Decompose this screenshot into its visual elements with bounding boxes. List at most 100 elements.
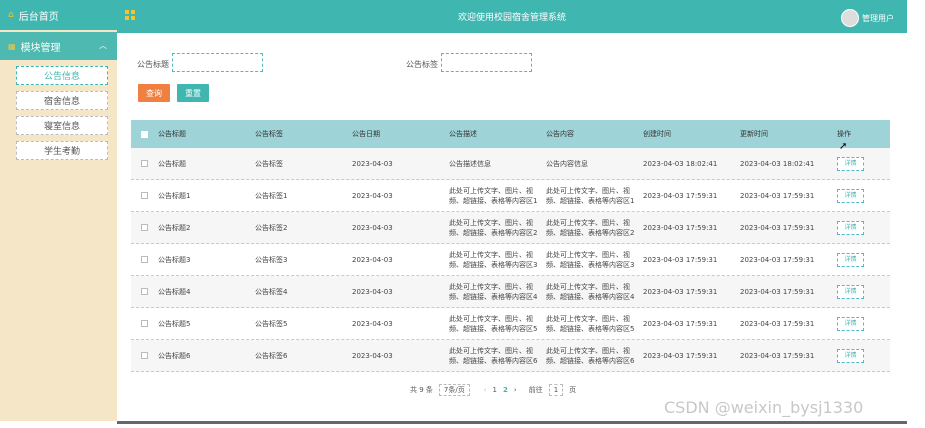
- table-cell: 此处可上传文字、图片、视频、超链接、表格等内容区6: [546, 346, 635, 365]
- table-cell: 公告标签1: [255, 191, 288, 200]
- table-cell: 2023-04-03: [352, 223, 393, 232]
- table-cell: 此处可上传文字、图片、视频、超链接、表格等内容区2: [449, 218, 538, 237]
- bottom-border: [117, 421, 907, 424]
- page-size-select[interactable]: 7条/页: [438, 384, 470, 396]
- query-button[interactable]: 查询: [138, 84, 170, 102]
- row-checkbox[interactable]: [141, 256, 148, 263]
- action-cell: 详情: [837, 284, 887, 299]
- table-cell: 此处可上传文字、图片、视频、超链接、表格等内容区2: [546, 218, 635, 237]
- watermark: CSDN @weixin_bysj1330: [664, 398, 864, 417]
- reset-button[interactable]: 重置: [177, 84, 209, 102]
- notice-table: 公告标题 公告标签 公告日期 公告描述 公告内容 创建时间 更新时间 操作 公告…: [131, 120, 890, 372]
- table-cell: 2023-04-03 17:59:31: [740, 319, 815, 328]
- total-count: 共 9 条: [410, 386, 433, 394]
- sidebar-item-attendance[interactable]: 学生考勤: [16, 141, 108, 160]
- table-cell: 2023-04-03 17:59:31: [740, 287, 815, 296]
- goto-label: 前往: [528, 386, 543, 394]
- table-row: 公告标题3 公告标签3 2023-04-03 此处可上传文字、图片、视频、超链接、表格…: [131, 244, 890, 276]
- row-checkbox[interactable]: [141, 320, 148, 327]
- table-cell: 2023-04-03 17:59:31: [643, 351, 718, 360]
- col-header: 操作: [837, 130, 851, 138]
- col-header: 创建时间: [643, 130, 671, 138]
- table-cell: 此处可上传文字、图片、视频、超链接、表格等内容区4: [546, 282, 635, 301]
- row-checkbox[interactable]: [141, 192, 148, 199]
- sidebar-item-dorm[interactable]: 宿舍信息: [16, 91, 108, 110]
- col-header: 更新时间: [740, 130, 768, 138]
- table-cell: 2023-04-03 17:59:31: [740, 191, 815, 200]
- title-search-input[interactable]: [172, 53, 263, 72]
- goto-page-input[interactable]: 1: [548, 384, 564, 396]
- tag-search-input[interactable]: [441, 53, 532, 72]
- table-cell: 2023-04-03: [352, 255, 393, 264]
- sidebar-home-label: 后台首页: [18, 11, 59, 23]
- table-cell: 公告标签2: [255, 223, 288, 232]
- table-cell: 2023-04-03 18:02:41: [643, 159, 718, 168]
- action-cell: 详情: [837, 220, 887, 235]
- avatar[interactable]: [841, 9, 859, 27]
- sidebar-home[interactable]: ⌂ 后台首页: [0, 0, 117, 30]
- user-name[interactable]: 管理用户: [862, 13, 894, 24]
- col-header: 公告标签: [255, 130, 283, 138]
- col-header: 公告描述: [449, 130, 477, 138]
- row-checkbox[interactable]: [141, 160, 148, 167]
- sidebar-group-label: 模块管理: [20, 42, 61, 54]
- table-cell: 此处可上传文字、图片、视频、超链接、表格等内容区1: [449, 186, 538, 205]
- row-checkbox[interactable]: [141, 224, 148, 231]
- filter-title-label: 公告标题: [137, 60, 169, 69]
- table-cell: 此处可上传文字、图片、视频、超链接、表格等内容区4: [449, 282, 538, 301]
- table-cell: 公告标签6: [255, 351, 288, 360]
- page-2-button[interactable]: 2: [503, 386, 508, 394]
- table-row: 公告标题2 公告标签2 2023-04-03 此处可上传文字、图片、视频、超链接、表格…: [131, 212, 890, 244]
- detail-button[interactable]: 详情: [837, 220, 864, 235]
- detail-button[interactable]: 详情: [837, 284, 864, 299]
- prev-page-button[interactable]: ‹: [484, 386, 487, 394]
- sidebar-item-label: 公告信息: [43, 72, 80, 82]
- table-cell: 2023-04-03 17:59:31: [643, 191, 718, 200]
- table-cell: 公告标签5: [255, 319, 288, 328]
- row-checkbox[interactable]: [141, 352, 148, 359]
- select-all-checkbox[interactable]: [141, 130, 148, 138]
- sidebar-item-label: 宿舍信息: [43, 97, 80, 107]
- table-row: 公告标题4 公告标签4 2023-04-03 此处可上传文字、图片、视频、超链接、表格…: [131, 276, 890, 308]
- table-row: 公告标题5 公告标签5 2023-04-03 此处可上传文字、图片、视频、超链接、表格…: [131, 308, 890, 340]
- top-bar: 欢迎使用校园宿舍管理系统 管理用户: [117, 0, 907, 33]
- table-cell: 此处可上传文字、图片、视频、超链接、表格等内容区5: [449, 314, 538, 333]
- table-cell: 2023-04-03 17:59:31: [740, 351, 815, 360]
- table-row: 公告标题 公告标签 2023-04-03 公告描述信息 公告内容信息 2023-04-03…: [131, 148, 890, 180]
- mouse-cursor-icon: ➚: [839, 141, 848, 152]
- action-cell: 详情: [837, 348, 887, 363]
- table-row: 公告标题6 公告标签6 2023-04-03 此处可上传文字、图片、视频、超链接、表格…: [131, 340, 890, 372]
- action-cell: 详情: [837, 252, 887, 267]
- table-cell: 公告内容信息: [546, 159, 588, 168]
- table-header: 公告标题 公告标签 公告日期 公告描述 公告内容 创建时间 更新时间 操作: [131, 120, 890, 148]
- action-cell: 详情: [837, 156, 887, 171]
- row-checkbox[interactable]: [141, 288, 148, 295]
- table-cell: 公告描述信息: [449, 159, 491, 168]
- sidebar-item-room[interactable]: 寝室信息: [16, 116, 108, 135]
- detail-button[interactable]: 详情: [837, 316, 864, 331]
- page-1-button[interactable]: 1: [493, 386, 497, 394]
- sidebar-item-label: 寝室信息: [43, 122, 80, 132]
- table-cell: 2023-04-03 17:59:31: [643, 255, 718, 264]
- detail-button[interactable]: 详情: [837, 348, 864, 363]
- table-row: 公告标题1 公告标签1 2023-04-03 此处可上传文字、图片、视频、超链接、表格…: [131, 180, 890, 212]
- sidebar-group-module[interactable]: ▦ 模块管理 ︿: [0, 32, 117, 60]
- table-cell: 公告标题2: [158, 223, 191, 232]
- col-header: 公告标题: [158, 130, 186, 138]
- table-cell: 2023-04-03: [352, 287, 393, 296]
- next-page-button[interactable]: ›: [514, 386, 517, 394]
- detail-button[interactable]: 详情: [837, 188, 864, 203]
- detail-button[interactable]: 详情: [837, 156, 864, 171]
- table-cell: 2023-04-03: [352, 159, 393, 168]
- table-cell: 2023-04-03 17:59:31: [643, 287, 718, 296]
- system-title: 欢迎使用校园宿舍管理系统: [457, 13, 566, 23]
- action-cell: 详情: [837, 188, 887, 203]
- detail-button[interactable]: 详情: [837, 252, 864, 267]
- table-body: 公告标题 公告标签 2023-04-03 公告描述信息 公告内容信息 2023-04-03…: [131, 148, 890, 372]
- table-cell: 公告标题6: [158, 351, 191, 360]
- table-cell: 公告标题4: [158, 287, 191, 296]
- sidebar: ⌂ 后台首页 ▦ 模块管理 ︿ 公告信息 宿舍信息 寝室信息 学生考勤: [0, 0, 117, 421]
- pagination: 共 9 条 7条/页 ‹ 1 2 › 前往 1 页: [410, 384, 576, 396]
- table-cell: 此处可上传文字、图片、视频、超链接、表格等内容区5: [546, 314, 635, 333]
- sidebar-item-notice[interactable]: 公告信息: [16, 66, 108, 85]
